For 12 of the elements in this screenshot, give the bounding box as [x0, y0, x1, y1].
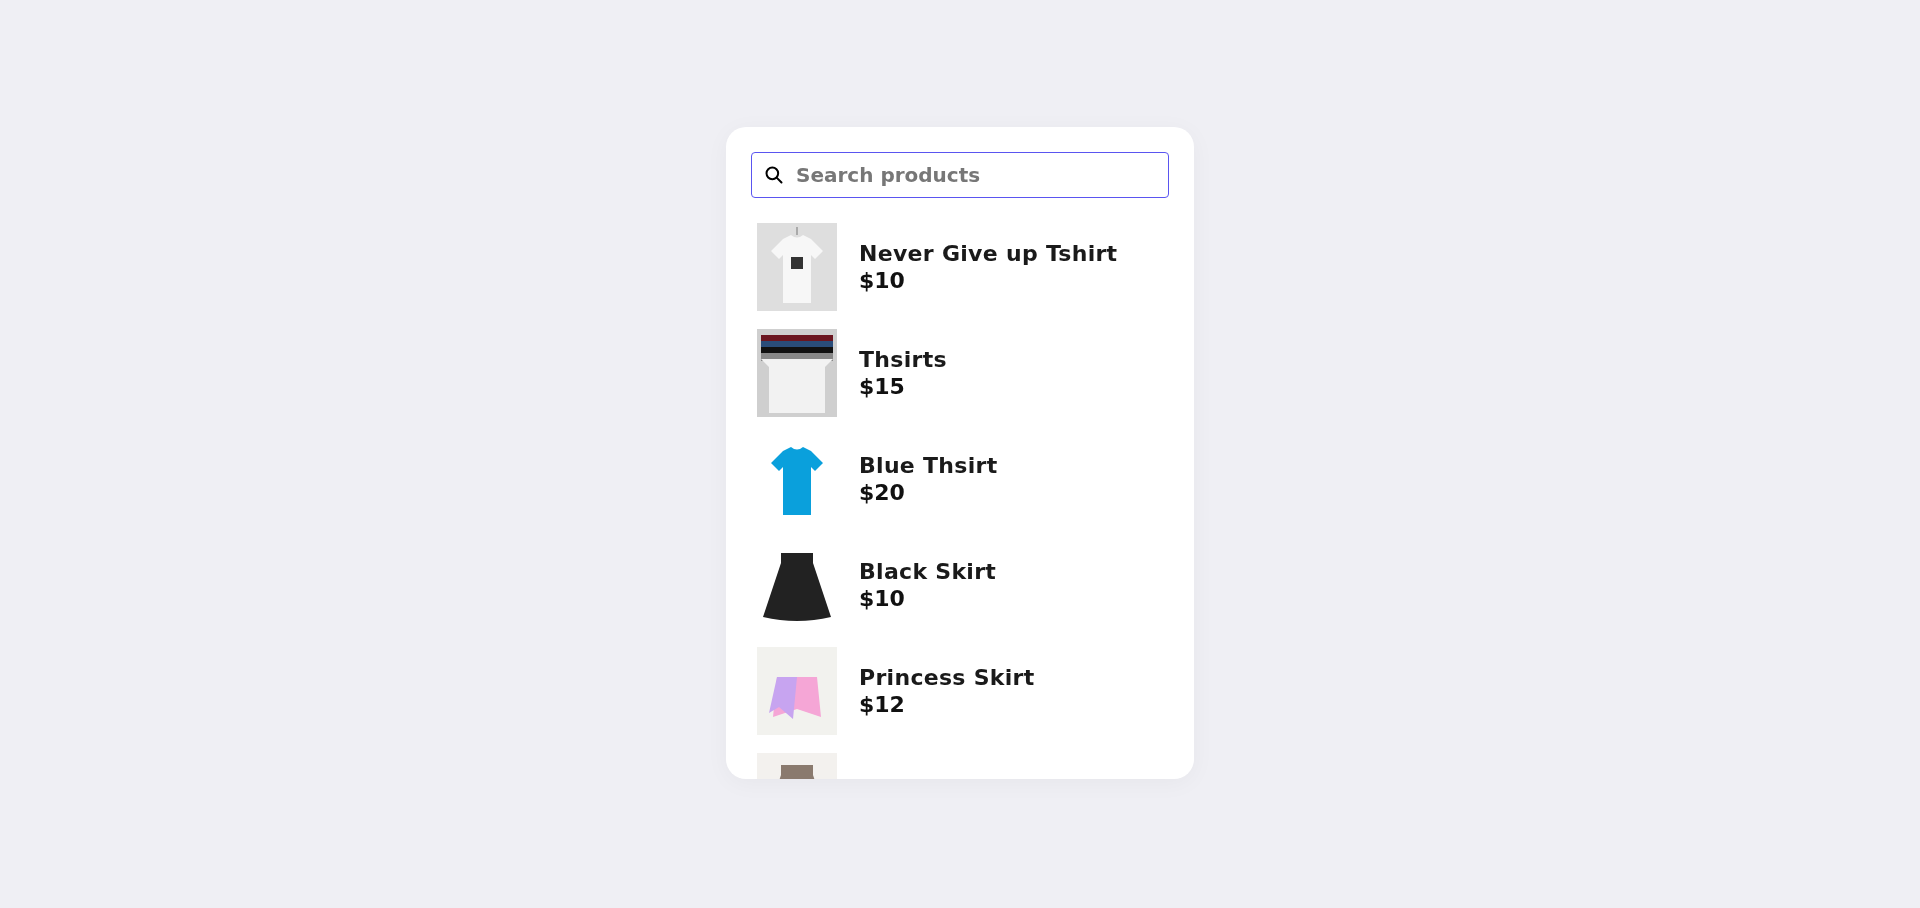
search-icon — [764, 165, 784, 185]
product-name: Black Skirt — [859, 558, 997, 585]
product-price: $10 — [859, 585, 906, 612]
product-name: Thsirts — [859, 346, 947, 373]
product-name: Princess Skirt — [859, 664, 1035, 691]
product-price: $12 — [859, 691, 906, 718]
product-price: $15 — [859, 373, 906, 400]
product-price: $10 — [859, 267, 906, 294]
product-name: Blue Thsirt — [859, 452, 998, 479]
product-name: Never Give up Tshirt — [859, 240, 1118, 267]
search-field[interactable]: Search products — [751, 152, 1169, 198]
product-price: $20 — [859, 479, 906, 506]
